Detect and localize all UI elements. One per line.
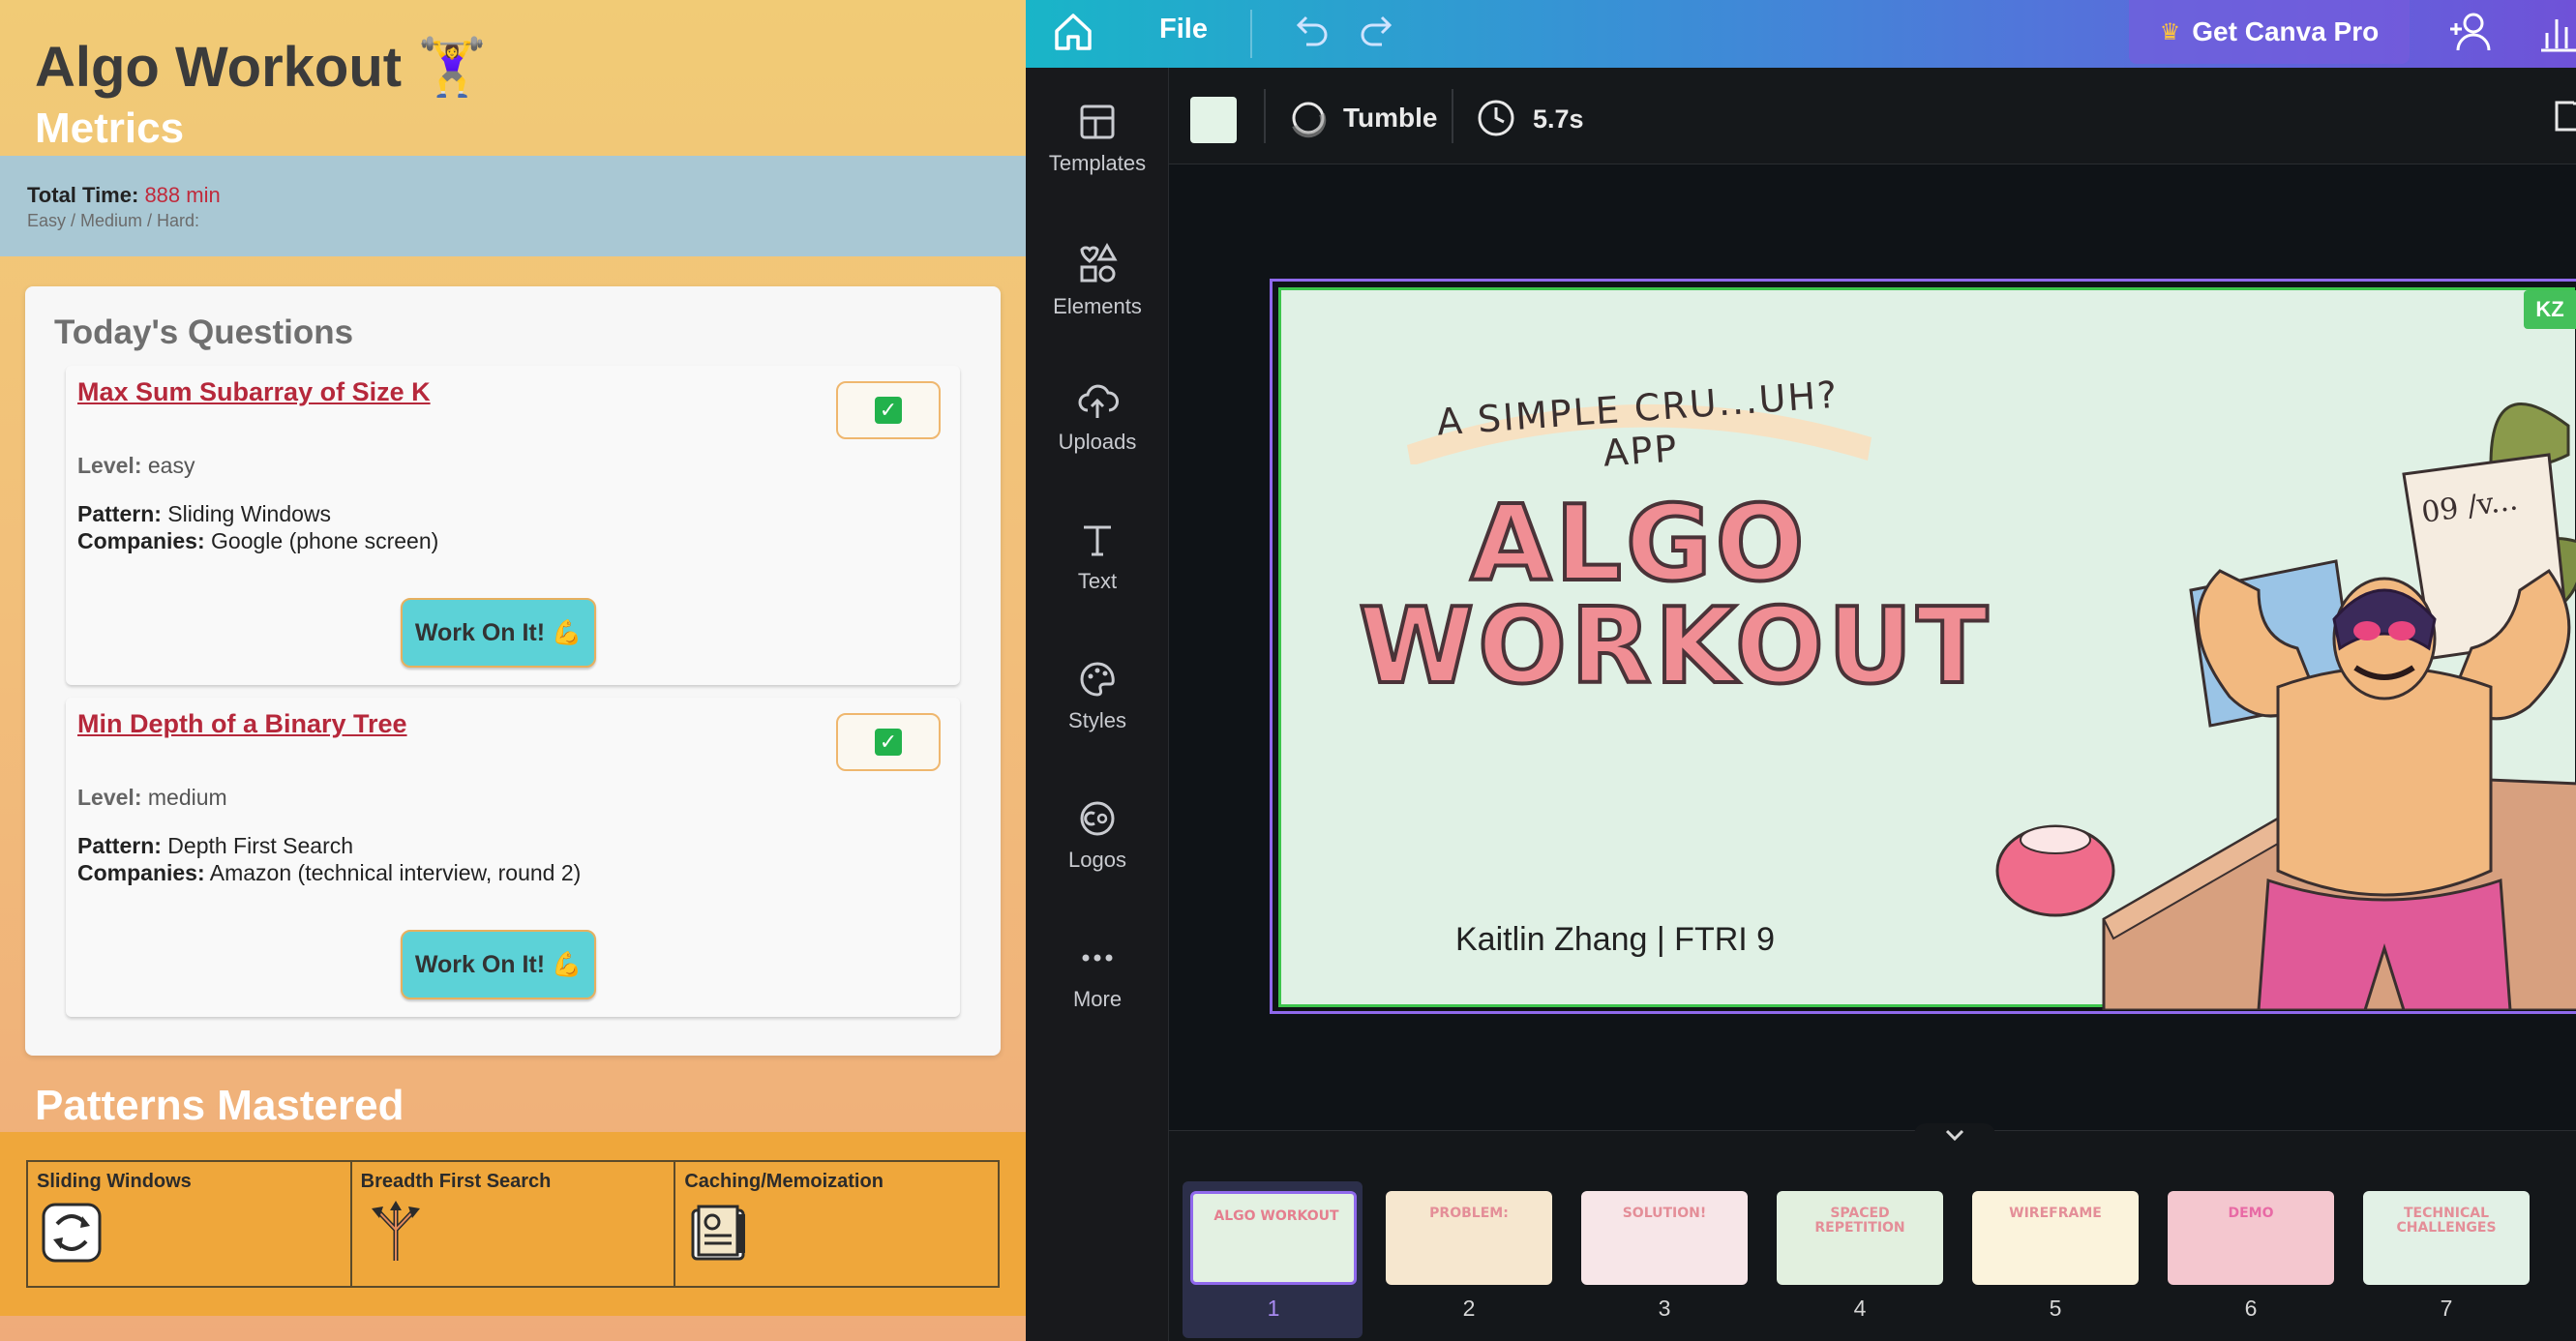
page-number: 7: [2440, 1296, 2453, 1321]
page-thumbnail-2[interactable]: PROBLEM:: [1386, 1191, 1552, 1285]
thumbnail-title: DEMO: [2228, 1206, 2274, 1221]
sidebar-item-text[interactable]: Text: [1026, 486, 1169, 602]
divider: [1452, 89, 1453, 143]
metrics-bar: Total Time: 888 min Easy / Medium / Hard…: [0, 156, 1026, 256]
metrics-title: Metrics: [35, 104, 185, 152]
sidebar-item-templates[interactable]: Templates: [1026, 68, 1169, 184]
notebook-icon: [691, 1205, 746, 1261]
patterns-panel: Sliding Windows Breadth First Search Cac…: [0, 1132, 1026, 1316]
complete-checkbox[interactable]: ✓: [836, 381, 941, 439]
redo-icon[interactable]: [1357, 10, 1399, 52]
questions-panel: Today's Questions Max Sum Subarray of Si…: [25, 286, 1001, 1056]
get-canva-pro-button[interactable]: ♛ Get Canva Pro: [2129, 0, 2410, 64]
thumbnail-title: ALGO WORKOUT: [1213, 1208, 1339, 1224]
question-card: Max Sum Subarray of Size K ✓ Level: easy…: [66, 366, 960, 685]
complete-checkbox[interactable]: ✓: [836, 713, 941, 771]
question-link[interactable]: Max Sum Subarray of Size K: [77, 377, 431, 407]
thumbnail-title: WIREFRAME: [2009, 1206, 2102, 1221]
check-icon: ✓: [875, 729, 902, 756]
check-icon: ✓: [875, 397, 902, 424]
add-people-icon[interactable]: [2444, 6, 2497, 58]
slide-canvas[interactable]: A SIMPLE CRU...UH? APP ALGO WORKOUT Kait…: [1278, 287, 2576, 1010]
page-thumbnail-7[interactable]: TECHNICAL CHALLENGES: [2363, 1191, 2530, 1285]
elements-icon: [1080, 242, 1118, 283]
add-page-icon[interactable]: [2549, 95, 2576, 137]
question-level: Level: easy: [77, 453, 195, 478]
duration-button[interactable]: 5.7s: [1533, 104, 1584, 134]
crown-icon: ♛: [2159, 18, 2181, 45]
pattern-sliding-windows: Sliding Windows: [28, 1162, 352, 1286]
total-time-value: 888 min: [144, 183, 221, 207]
page-thumbnail-6[interactable]: DEMO: [2168, 1191, 2334, 1285]
divider: [1264, 89, 1266, 143]
file-menu[interactable]: File: [1159, 14, 1208, 45]
work-on-it-button[interactable]: Work On It! 💪: [401, 930, 596, 999]
page-number: 3: [1658, 1296, 1671, 1321]
undo-icon[interactable]: [1289, 10, 1332, 52]
page-filmstrip: ALGO WORKOUT 1 PROBLEM: 2 SOLUTION! 3 SPACED R…: [1169, 1123, 2576, 1341]
side-panel: Templates Elements Uploads Text Styles L…: [1026, 68, 1169, 1341]
timer-icon[interactable]: [1475, 97, 1517, 139]
divider: [1250, 10, 1252, 58]
page-number: 4: [1853, 1296, 1867, 1321]
templates-icon: [1080, 104, 1115, 139]
editor-toolbar: Tumble 5.7s: [1169, 68, 2576, 164]
home-icon[interactable]: [1051, 10, 1095, 54]
work-on-it-button[interactable]: Work On It! 💪: [401, 598, 596, 668]
page-thumbnail-1[interactable]: ALGO WORKOUT: [1190, 1191, 1357, 1285]
page-number: 6: [2244, 1296, 2258, 1321]
analytics-icon[interactable]: [2541, 8, 2576, 56]
collapse-filmstrip-button[interactable]: [1914, 1123, 1995, 1147]
thumbnail-title: TECHNICAL CHALLENGES: [2396, 1206, 2497, 1236]
page-number: 1: [1267, 1296, 1280, 1321]
thumbnail-title: SPACED REPETITION: [1814, 1206, 1905, 1236]
sidebar-item-logos[interactable]: Logos: [1026, 764, 1169, 880]
upload-cloud-icon: [1078, 384, 1119, 418]
sidebar-item-elements[interactable]: Elements: [1026, 207, 1169, 323]
page-number: 5: [2049, 1296, 2062, 1321]
animation-icon[interactable]: [1287, 97, 1330, 139]
slide-byline: Kaitlin Zhang | FTRI 9: [1455, 921, 1776, 958]
wrestler-illustration: 09 /v...: [1995, 402, 2576, 1010]
slide-selection-frame[interactable]: A SIMPLE CRU...UH? APP ALGO WORKOUT Kait…: [1270, 279, 2576, 1014]
algo-workout-app: Algo Workout 🏋️‍♀️ Metrics Total Time: 8…: [0, 0, 1026, 1341]
collaborator-badge[interactable]: KZ: [2524, 290, 2576, 329]
animation-button[interactable]: Tumble: [1343, 103, 1437, 134]
thumbnail-title: PROBLEM:: [1429, 1206, 1509, 1221]
difficulty-line: Easy / Medium / Hard:: [27, 211, 200, 230]
top-bar: File ♛ Get Canva Pro: [1026, 0, 2576, 68]
branching-arrows-icon: [371, 1201, 420, 1261]
question-card: Min Depth of a Binary Tree ✓ Level: medi…: [66, 698, 960, 1017]
pattern-breadth-first-search: Breadth First Search: [352, 1162, 676, 1286]
sidebar-item-more[interactable]: More: [1026, 904, 1169, 1020]
question-level: Level: medium: [77, 785, 227, 810]
app-title: Algo Workout 🏋️‍♀️: [35, 36, 488, 99]
more-dots-icon: [1082, 954, 1113, 962]
patterns-grid: Sliding Windows Breadth First Search Cac…: [26, 1160, 1000, 1288]
chevron-down-icon: [1945, 1129, 1964, 1142]
canva-editor: File ♛ Get Canva Pro Templates Elements …: [1026, 0, 2576, 1341]
logo-icon: [1080, 801, 1115, 836]
slide-title: ALGO WORKOUT: [1357, 484, 1992, 707]
sidebar-item-styles[interactable]: Styles: [1026, 625, 1169, 741]
question-link[interactable]: Min Depth of a Binary Tree: [77, 709, 407, 739]
palette-icon: [1080, 662, 1115, 697]
patterns-title: Patterns Mastered: [35, 1082, 404, 1129]
page-thumbnail-4[interactable]: SPACED REPETITION: [1777, 1191, 1943, 1285]
background-color-swatch[interactable]: [1190, 97, 1237, 143]
page-thumbnail-5[interactable]: WIREFRAME: [1972, 1191, 2139, 1285]
total-time: Total Time: 888 min: [27, 183, 221, 207]
page-number: 2: [1462, 1296, 1476, 1321]
pattern-caching-memoization: Caching/Memoization: [675, 1162, 998, 1286]
question-info: Pattern: Sliding Windows Companies: Goog…: [77, 501, 439, 553]
questions-title: Today's Questions: [54, 313, 354, 351]
thumbnail-title: SOLUTION!: [1622, 1206, 1707, 1221]
arrows-cycle-icon: [42, 1203, 102, 1263]
text-icon: [1084, 525, 1111, 556]
sidebar-item-uploads[interactable]: Uploads: [1026, 346, 1169, 462]
question-info: Pattern: Depth First Search Companies: A…: [77, 833, 582, 885]
page-thumbnail-3[interactable]: SOLUTION!: [1581, 1191, 1748, 1285]
